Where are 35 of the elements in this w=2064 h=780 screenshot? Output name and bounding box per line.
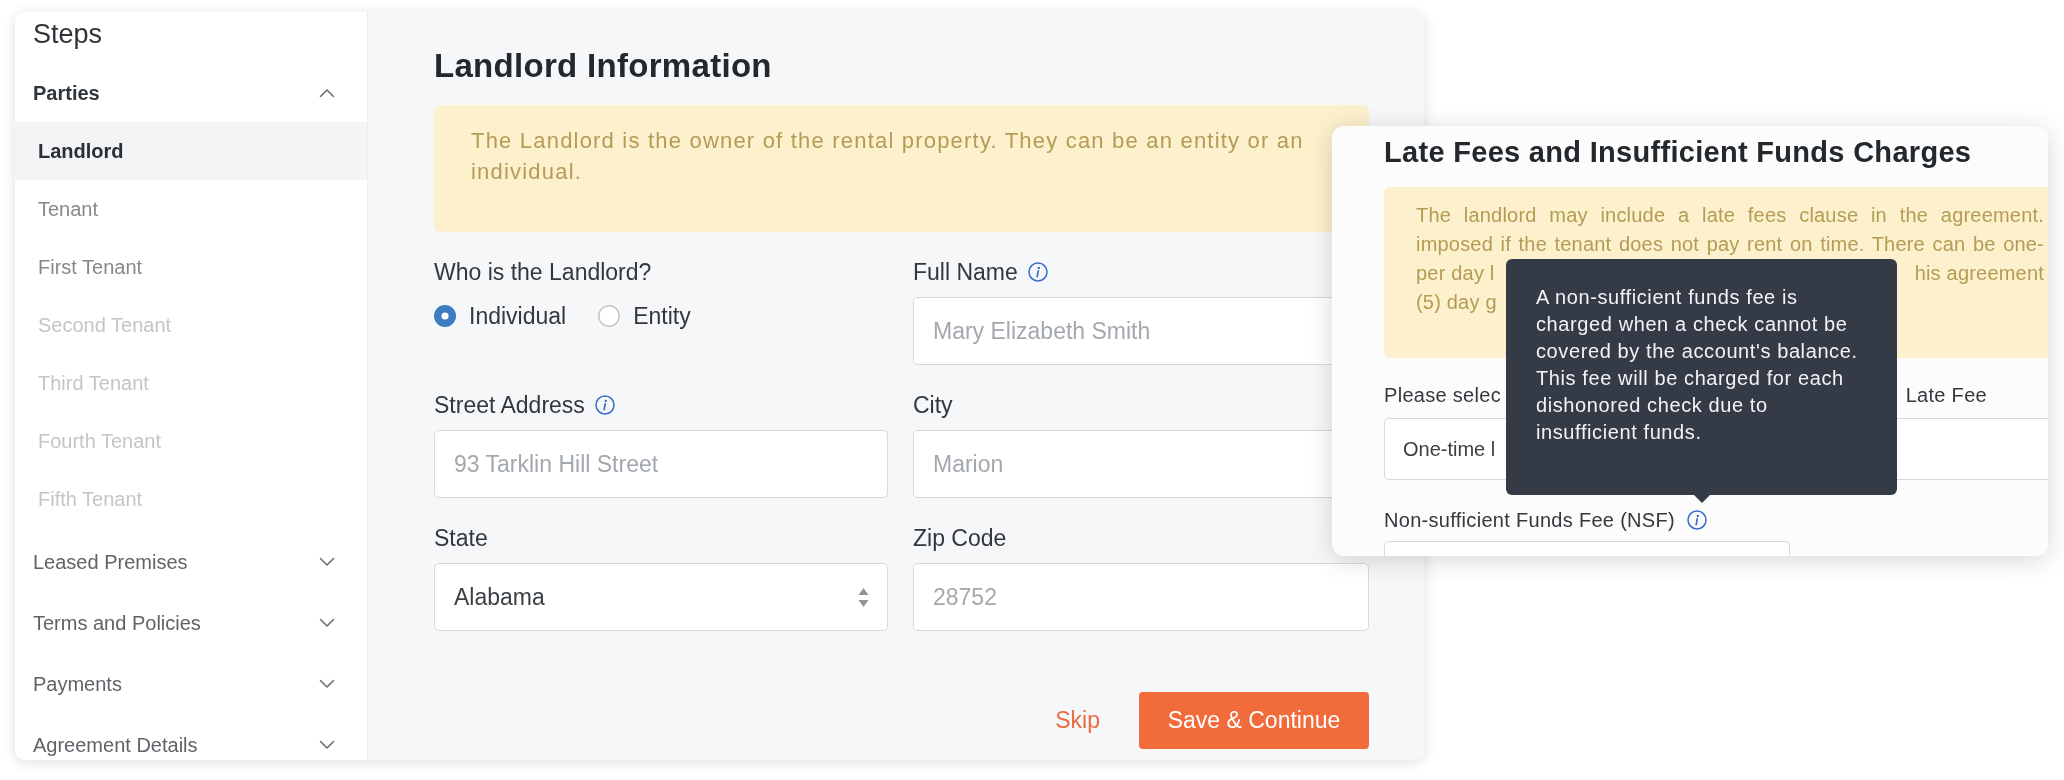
notice-text: The Landlord is the owner of the rental property. They can be an entity or an individual.	[471, 127, 1305, 186]
text-field[interactable]: 93 Tarklin Hill Street	[434, 430, 888, 498]
notice-text: (5) day g	[1416, 290, 1497, 315]
field-label: Please selec	[1384, 383, 1501, 408]
dialog-title: Late Fees and Insufficient Funds Charges	[1384, 135, 1972, 170]
notice-text: his agreement	[1914, 261, 2044, 286]
sidebar-step[interactable]: Tenant	[15, 180, 367, 238]
sidebar-section[interactable]: Agreement Details	[15, 729, 367, 760]
sidebar-section[interactable]: Payments	[15, 668, 367, 699]
notice-text: per day l	[1416, 261, 1495, 286]
field-label: Non-sufficient Funds Fee (NSF)	[1384, 508, 1675, 533]
select-field[interactable]: Alabama	[434, 563, 888, 631]
text-field[interactable]: 28752	[913, 563, 1369, 631]
sidebar-step[interactable]: First Tenant	[15, 238, 367, 296]
notice-text: imposed if the tenant does not pay rent on time. There can be one-	[1416, 232, 2044, 257]
field-label: State	[434, 524, 488, 552]
sidebar-section[interactable]: Leased Premises	[15, 546, 367, 577]
sidebar-section[interactable]: Terms and Policies	[15, 607, 367, 638]
field-label: Who is the Landlord?	[434, 258, 652, 286]
sidebar-section[interactable]: Parties	[15, 78, 367, 108]
radio-option[interactable]: Individual	[434, 302, 567, 330]
tooltip: A non-sufficient funds fee is charged when a check cannot be covered by the account's balance. This fee will be charged for each dishonored check due to insufficient funds.	[1506, 259, 1897, 495]
field-label: Full Name	[913, 258, 1018, 286]
notice-text: The landlord may include a late fees clause in the agreement.	[1416, 203, 2044, 228]
input-field[interactable]	[1384, 541, 1790, 556]
up-down-arrows-icon	[858, 586, 869, 608]
field-label: Zip Code	[913, 524, 1007, 552]
sidebar-title: Steps	[33, 18, 103, 51]
radio-option[interactable]: Entity	[598, 302, 691, 330]
sidebar-step[interactable]: Landlord	[15, 122, 367, 180]
form-title: Landlord Information	[434, 46, 772, 86]
field-label: Street Address	[434, 391, 585, 419]
tooltip-pointer-icon	[1694, 495, 1710, 503]
field-label: Late Fee	[1905, 383, 1987, 408]
field-label: City	[913, 391, 953, 419]
